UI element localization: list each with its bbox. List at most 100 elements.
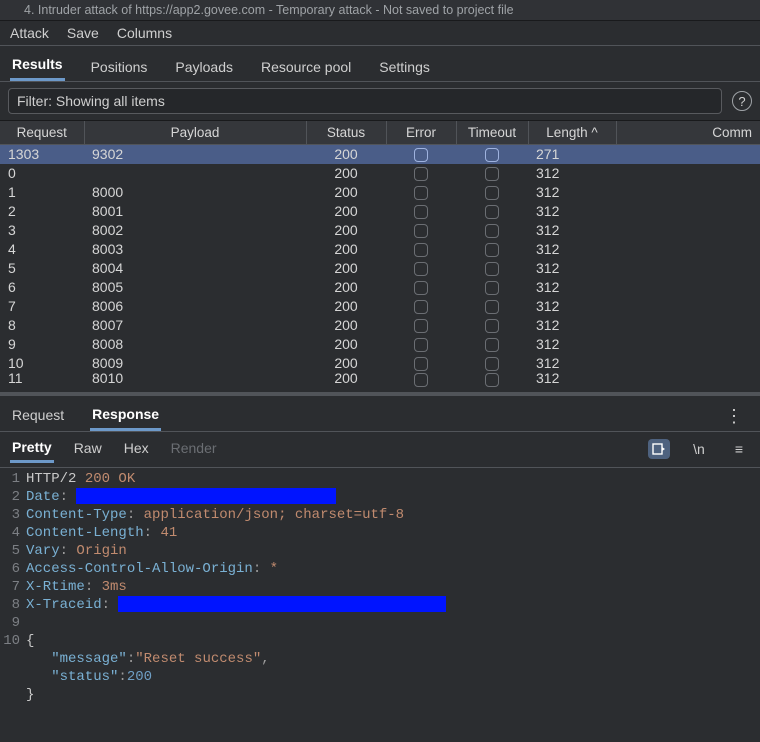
response-editor[interactable]: 12345678910 HTTP/2 200 OK Date: Content-… xyxy=(0,468,760,742)
viewmode-raw[interactable]: Raw xyxy=(72,437,104,461)
table-row[interactable]: 108009200312 xyxy=(0,354,760,373)
cell-payload: 8006 xyxy=(84,297,306,316)
cell-comment xyxy=(616,145,760,164)
cell-length: 312 xyxy=(528,354,616,373)
header-name: Content-Type xyxy=(26,507,127,523)
help-icon[interactable]: ? xyxy=(732,91,752,111)
detail-more-icon[interactable]: ⋮ xyxy=(725,406,750,427)
cell-payload: 8002 xyxy=(84,221,306,240)
viewmode-render[interactable]: Render xyxy=(169,437,219,461)
cell-length: 312 xyxy=(528,183,616,202)
tab-results[interactable]: Results xyxy=(10,52,65,81)
header-name: X-Traceid xyxy=(26,597,102,613)
cell-length: 271 xyxy=(528,145,616,164)
newline-icon[interactable]: \n xyxy=(688,439,710,459)
cell-status: 200 xyxy=(306,145,386,164)
table-row[interactable]: 0200312 xyxy=(0,164,760,183)
viewmode-pretty[interactable]: Pretty xyxy=(10,436,54,463)
cell-length: 312 xyxy=(528,373,616,392)
cell-status: 200 xyxy=(306,278,386,297)
cell-timeout xyxy=(456,373,528,392)
col-status[interactable]: Status xyxy=(306,121,386,145)
tab-positions[interactable]: Positions xyxy=(89,55,150,81)
cell-request: 2 xyxy=(0,202,84,221)
cell-status: 200 xyxy=(306,373,386,392)
table-row[interactable]: 88007200312 xyxy=(0,316,760,335)
viewmode-hex[interactable]: Hex xyxy=(122,437,151,461)
menu-save[interactable]: Save xyxy=(67,25,99,41)
actions-icon[interactable] xyxy=(648,439,670,459)
checkbox-icon xyxy=(485,300,499,314)
tab-settings[interactable]: Settings xyxy=(377,55,432,81)
results-table-wrap: Request Payload Status Error Timeout Len… xyxy=(0,120,760,392)
http-status: 200 OK xyxy=(85,471,135,487)
col-request[interactable]: Request xyxy=(0,121,84,145)
cell-request: 8 xyxy=(0,316,84,335)
checkbox-icon xyxy=(485,357,499,371)
checkbox-icon xyxy=(414,357,428,371)
cell-request: 1303 xyxy=(0,145,84,164)
col-comment[interactable]: Comm xyxy=(616,121,760,145)
header-value: Origin xyxy=(76,543,126,559)
cell-error xyxy=(386,297,456,316)
cell-status: 200 xyxy=(306,297,386,316)
table-row[interactable]: 58004200312 xyxy=(0,259,760,278)
table-row[interactable]: 18000200312 xyxy=(0,183,760,202)
checkbox-icon xyxy=(485,373,499,387)
hamburger-icon[interactable]: ≡ xyxy=(728,439,750,459)
cell-request: 6 xyxy=(0,278,84,297)
header-name: Content-Length xyxy=(26,525,144,541)
cell-comment xyxy=(616,354,760,373)
menu-attack[interactable]: Attack xyxy=(10,25,49,41)
cell-timeout xyxy=(456,221,528,240)
col-timeout[interactable]: Timeout xyxy=(456,121,528,145)
table-row[interactable]: 118010200312 xyxy=(0,373,760,392)
cell-error xyxy=(386,259,456,278)
table-row[interactable]: 48003200312 xyxy=(0,240,760,259)
filter-input[interactable]: Filter: Showing all items xyxy=(8,88,722,114)
menu-columns[interactable]: Columns xyxy=(117,25,172,41)
cell-payload: 8003 xyxy=(84,240,306,259)
tab-response[interactable]: Response xyxy=(90,402,161,431)
cell-payload: 8001 xyxy=(84,202,306,221)
table-row[interactable]: 98008200312 xyxy=(0,335,760,354)
cell-comment xyxy=(616,183,760,202)
cell-error xyxy=(386,221,456,240)
checkbox-icon xyxy=(485,338,499,352)
cell-length: 312 xyxy=(528,202,616,221)
cell-request: 7 xyxy=(0,297,84,316)
col-error[interactable]: Error xyxy=(386,121,456,145)
cell-payload: 8010 xyxy=(84,373,306,392)
table-header-row: Request Payload Status Error Timeout Len… xyxy=(0,121,760,145)
tab-request[interactable]: Request xyxy=(10,403,66,429)
table-row[interactable]: 13039302200271 xyxy=(0,145,760,164)
table-row[interactable]: 78006200312 xyxy=(0,297,760,316)
table-row[interactable]: 68005200312 xyxy=(0,278,760,297)
table-row[interactable]: 38002200312 xyxy=(0,221,760,240)
cell-request: 5 xyxy=(0,259,84,278)
table-row[interactable]: 28001200 312 xyxy=(0,202,760,221)
cell-error xyxy=(386,183,456,202)
cell-length: 312 xyxy=(528,240,616,259)
header-name: Date xyxy=(26,489,60,505)
editor-code: HTTP/2 200 OK Date: Content-Type: applic… xyxy=(26,470,760,722)
cell-length: 312 xyxy=(528,259,616,278)
cell-status: 200 xyxy=(306,164,386,183)
cell-status: 200 xyxy=(306,202,386,221)
checkbox-icon xyxy=(414,186,428,200)
checkbox-icon xyxy=(414,148,428,162)
cell-payload: 8005 xyxy=(84,278,306,297)
menu-bar: Attack Save Columns xyxy=(0,21,760,46)
checkbox-icon xyxy=(414,300,428,314)
cell-payload: 8000 xyxy=(84,183,306,202)
tab-resource-pool[interactable]: Resource pool xyxy=(259,55,353,81)
tab-payloads[interactable]: Payloads xyxy=(173,55,235,81)
col-length[interactable]: Length ^ xyxy=(528,121,616,145)
cell-status: 200 xyxy=(306,221,386,240)
cell-error xyxy=(386,240,456,259)
window-title: 4. Intruder attack of https://app2.govee… xyxy=(24,3,514,17)
header-value: application/json; charset=utf-8 xyxy=(144,507,404,523)
col-payload[interactable]: Payload xyxy=(84,121,306,145)
cell-error xyxy=(386,316,456,335)
header-name: Access-Control-Allow-Origin xyxy=(26,561,253,577)
